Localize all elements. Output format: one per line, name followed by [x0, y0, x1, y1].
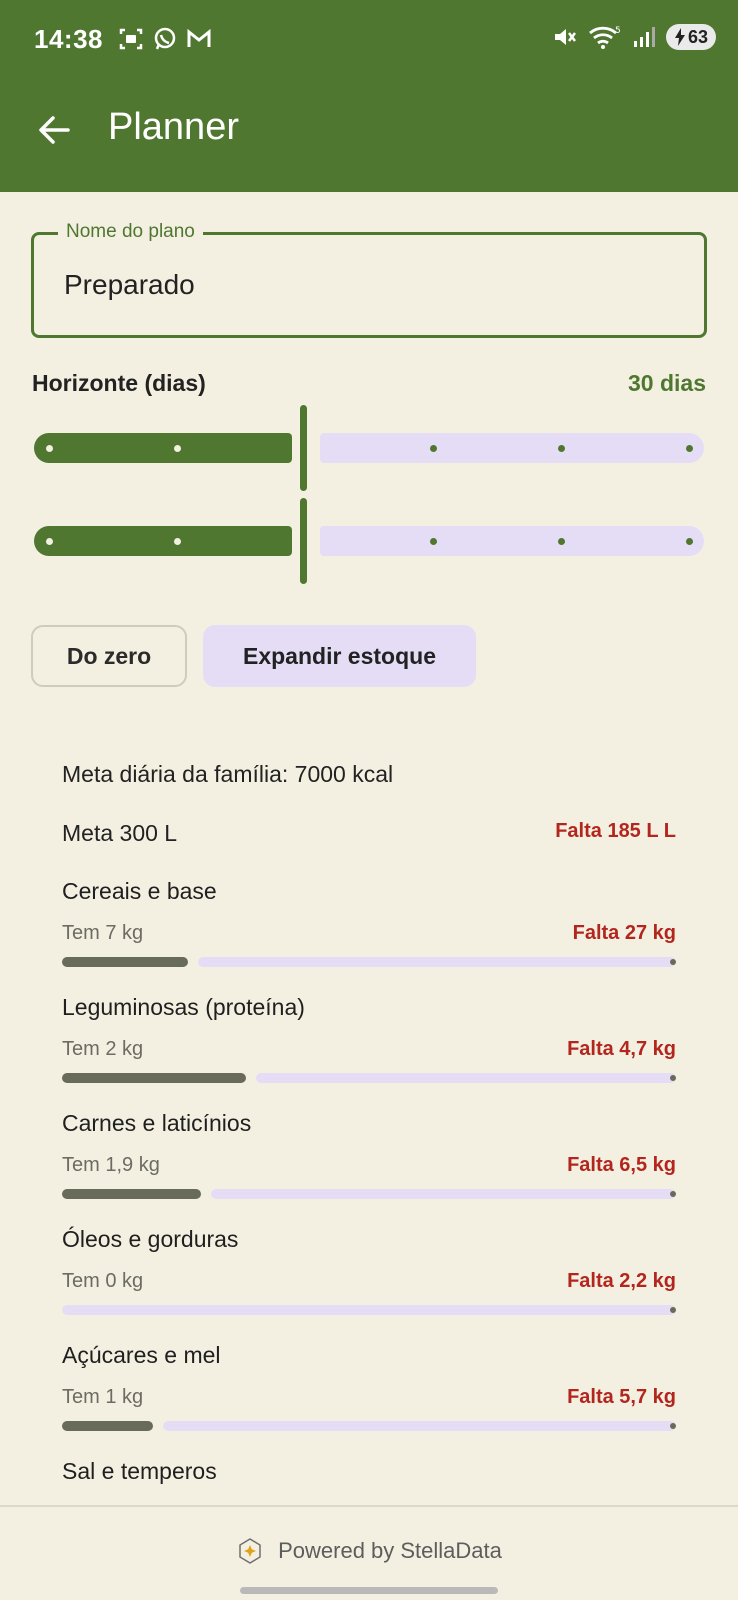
plan-name-input[interactable]	[64, 269, 664, 301]
progress-missing	[163, 1421, 676, 1431]
slider-inactive-track	[320, 433, 704, 463]
slider-inactive-track	[320, 526, 704, 556]
category-missing: Falta 4,7 kg	[567, 1038, 676, 1060]
wifi-icon: 5	[589, 26, 621, 49]
whatsapp-icon	[154, 27, 176, 50]
category-progress	[62, 1305, 676, 1315]
progress-end-dot	[670, 1423, 676, 1429]
progress-end-dot	[670, 1191, 676, 1197]
slider-active-track	[34, 433, 292, 463]
progress-missing	[198, 957, 676, 967]
back-button[interactable]	[32, 108, 76, 152]
category-have: Tem 1,9 kg	[62, 1154, 160, 1176]
category-progress	[62, 1421, 676, 1431]
category-have: Tem 7 kg	[62, 922, 144, 944]
notification-icons	[118, 26, 212, 52]
page-title: Planner	[108, 106, 239, 148]
category-title: Óleos e gorduras	[62, 1226, 239, 1252]
category-title: Cereais e base	[62, 878, 217, 904]
horizon-slider[interactable]	[32, 405, 708, 491]
slider-active-track	[34, 526, 292, 556]
signal-icon	[633, 27, 655, 47]
category-progress	[62, 1189, 676, 1199]
progress-end-dot	[670, 959, 676, 965]
category-title: Leguminosas (proteína)	[62, 994, 305, 1020]
slider-thumb[interactable]	[300, 498, 307, 584]
app-bar: 14:38 5 63 Planner	[0, 0, 738, 192]
battery-indicator: 63	[665, 24, 716, 50]
category-missing: Falta 27 kg	[572, 922, 676, 944]
category-title: Sal e temperos	[62, 1458, 217, 1484]
progress-missing	[256, 1073, 676, 1083]
category-title: Açúcares e mel	[62, 1342, 221, 1368]
slider-tick	[430, 445, 437, 452]
progress-have	[62, 1189, 201, 1199]
slider-tick	[174, 538, 181, 545]
footer: Powered by StellaData	[0, 1505, 738, 1600]
plan-name-label: Nome do plano	[58, 221, 203, 243]
progress-have	[62, 957, 188, 967]
progress-missing	[211, 1189, 676, 1199]
powered-by-text: Powered by StellaData	[278, 1538, 502, 1563]
screenshot-icon	[119, 28, 143, 50]
daily-goal-text: Meta diária da família: 7000 kcal	[62, 761, 394, 787]
category-have: Tem 2 kg	[62, 1038, 144, 1060]
svg-text:5: 5	[615, 26, 621, 36]
horizon-label: Horizonte (dias)	[32, 370, 206, 396]
category-missing: Falta 5,7 kg	[567, 1386, 676, 1408]
progress-end-dot	[670, 1307, 676, 1313]
slider-tick	[174, 445, 181, 452]
category-progress	[62, 957, 676, 967]
category-have: Tem 1 kg	[62, 1386, 144, 1408]
category-progress	[62, 1073, 676, 1083]
slider-tick	[558, 445, 565, 452]
stelladata-logo-icon	[239, 1538, 261, 1564]
category-have: Tem 0 kg	[62, 1270, 144, 1292]
mute-icon	[554, 29, 576, 45]
status-bar: 14:38 5 63	[0, 0, 738, 80]
category-title: Carnes e laticínios	[62, 1110, 252, 1136]
progress-end-dot	[670, 1075, 676, 1081]
charging-icon	[674, 28, 685, 46]
category-missing: Falta 2,2 kg	[567, 1270, 676, 1292]
home-indicator[interactable]	[240, 1587, 498, 1594]
slider-thumb[interactable]	[300, 405, 307, 491]
expand-stock-chip[interactable]: Expandir estoque	[203, 625, 476, 687]
battery-level: 63	[687, 26, 708, 47]
powered-by: Powered by StellaData	[0, 1537, 738, 1565]
gmail-icon	[187, 28, 211, 47]
progress-have	[62, 1421, 153, 1431]
from-zero-chip[interactable]: Do zero	[31, 625, 187, 687]
slider-tick	[686, 445, 693, 452]
arrow-back-icon	[39, 116, 70, 144]
system-icons: 5 63	[552, 24, 716, 50]
status-time: 14:38	[34, 24, 103, 54]
progress-missing	[62, 1305, 676, 1315]
slider-tick	[46, 538, 53, 545]
horizon-value: 30 dias	[628, 370, 706, 396]
plan-name-field[interactable]: Nome do plano	[31, 221, 707, 338]
water-missing-text: Falta 185 L L	[555, 820, 676, 842]
slider-tick	[46, 445, 53, 452]
horizon-slider-secondary[interactable]	[32, 498, 708, 584]
category-missing: Falta 6,5 kg	[567, 1154, 676, 1176]
water-goal-text: Meta 300 L	[62, 820, 178, 846]
slider-tick	[558, 538, 565, 545]
slider-tick	[686, 538, 693, 545]
progress-have	[62, 1073, 246, 1083]
slider-tick	[430, 538, 437, 545]
